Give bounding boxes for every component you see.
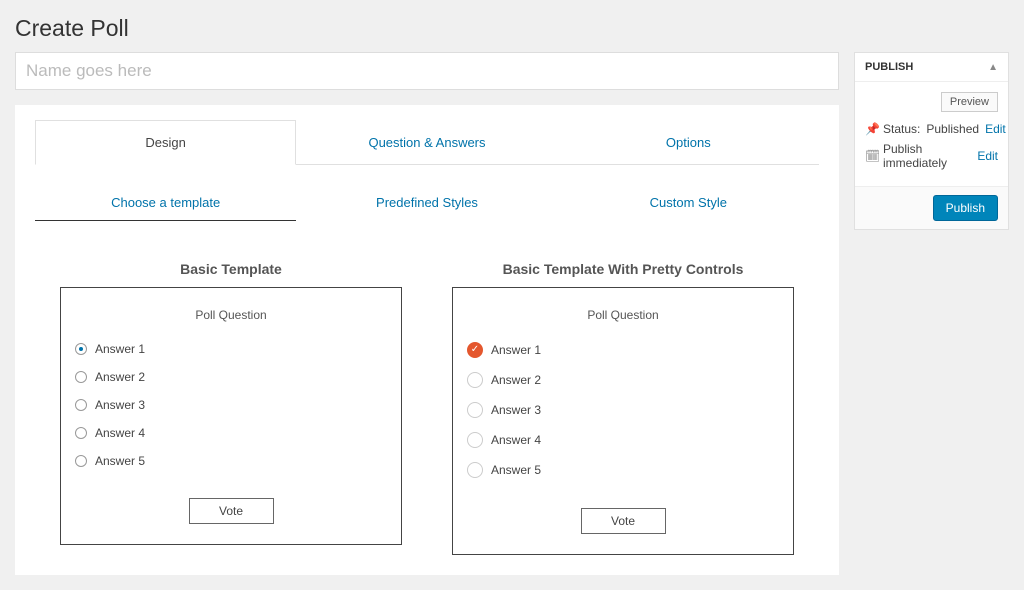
- poll-question: Poll Question: [467, 308, 779, 322]
- subtab-choose-template[interactable]: Choose a template: [35, 185, 296, 221]
- answer-row: Answer 2: [75, 370, 387, 384]
- answer-row: Answer 4: [467, 432, 779, 448]
- radio-icon[interactable]: [75, 427, 87, 439]
- answer-label: Answer 4: [95, 426, 145, 440]
- answer-label: Answer 1: [95, 342, 145, 356]
- publish-button[interactable]: Publish: [933, 195, 998, 221]
- subtab-predefined-styles[interactable]: Predefined Styles: [296, 185, 557, 221]
- publish-panel: PUBLISH ▲ Preview 📌 Status: Published Ed…: [854, 52, 1009, 230]
- radio-pretty-icon[interactable]: [467, 462, 483, 478]
- answer-row: Answer 3: [467, 402, 779, 418]
- main-tabs: Design Question & Answers Options: [35, 120, 819, 165]
- answer-row: Answer 4: [75, 426, 387, 440]
- answer-label: Answer 2: [491, 373, 541, 387]
- status-row: 📌 Status: Published Edit: [865, 122, 998, 136]
- publish-panel-title: PUBLISH: [865, 61, 913, 73]
- template-basic[interactable]: Basic Template Poll Question Answer 1 An…: [60, 261, 402, 555]
- calendar-icon: 🗓: [865, 149, 877, 163]
- radio-icon[interactable]: [75, 343, 87, 355]
- radio-icon[interactable]: [75, 371, 87, 383]
- answer-label: Answer 3: [95, 398, 145, 412]
- radio-icon[interactable]: [75, 455, 87, 467]
- answer-row: Answer 2: [467, 372, 779, 388]
- page-title: Create Poll: [0, 0, 1024, 52]
- template-basic-title: Basic Template: [60, 261, 402, 277]
- answer-row: Answer 1: [75, 342, 387, 356]
- tab-question-answers[interactable]: Question & Answers: [296, 120, 557, 164]
- design-subtabs: Choose a template Predefined Styles Cust…: [35, 185, 819, 221]
- radio-pretty-icon[interactable]: [467, 402, 483, 418]
- edit-schedule-link[interactable]: Edit: [977, 149, 998, 163]
- radio-pretty-icon[interactable]: [467, 432, 483, 448]
- answer-label: Answer 3: [491, 403, 541, 417]
- answer-label: Answer 4: [491, 433, 541, 447]
- preview-button[interactable]: Preview: [941, 92, 998, 112]
- poll-question: Poll Question: [75, 308, 387, 322]
- status-value: Published: [926, 122, 979, 136]
- answer-label: Answer 5: [95, 454, 145, 468]
- schedule-label: Publish immediately: [883, 142, 971, 170]
- tab-options[interactable]: Options: [558, 120, 819, 164]
- radio-pretty-icon[interactable]: ✓: [467, 342, 483, 358]
- pin-icon: 📌: [865, 122, 877, 136]
- collapse-icon[interactable]: ▲: [988, 62, 998, 73]
- poll-name-input[interactable]: [15, 52, 839, 90]
- template-pretty-title: Basic Template With Pretty Controls: [452, 261, 794, 277]
- answer-row: Answer 3: [75, 398, 387, 412]
- answer-label: Answer 5: [491, 463, 541, 477]
- radio-icon[interactable]: [75, 399, 87, 411]
- edit-status-link[interactable]: Edit: [985, 122, 1006, 136]
- answer-row: Answer 5: [75, 454, 387, 468]
- schedule-row: 🗓 Publish immediately Edit: [865, 142, 998, 170]
- answer-label: Answer 2: [95, 370, 145, 384]
- vote-button[interactable]: Vote: [581, 508, 666, 534]
- vote-button[interactable]: Vote: [189, 498, 274, 524]
- answer-row: Answer 5: [467, 462, 779, 478]
- tab-design[interactable]: Design: [35, 120, 296, 165]
- template-pretty[interactable]: Basic Template With Pretty Controls Poll…: [452, 261, 794, 555]
- radio-pretty-icon[interactable]: [467, 372, 483, 388]
- answer-label: Answer 1: [491, 343, 541, 357]
- subtab-custom-style[interactable]: Custom Style: [558, 185, 819, 221]
- answer-row: ✓ Answer 1: [467, 342, 779, 358]
- status-label: Status:: [883, 122, 920, 136]
